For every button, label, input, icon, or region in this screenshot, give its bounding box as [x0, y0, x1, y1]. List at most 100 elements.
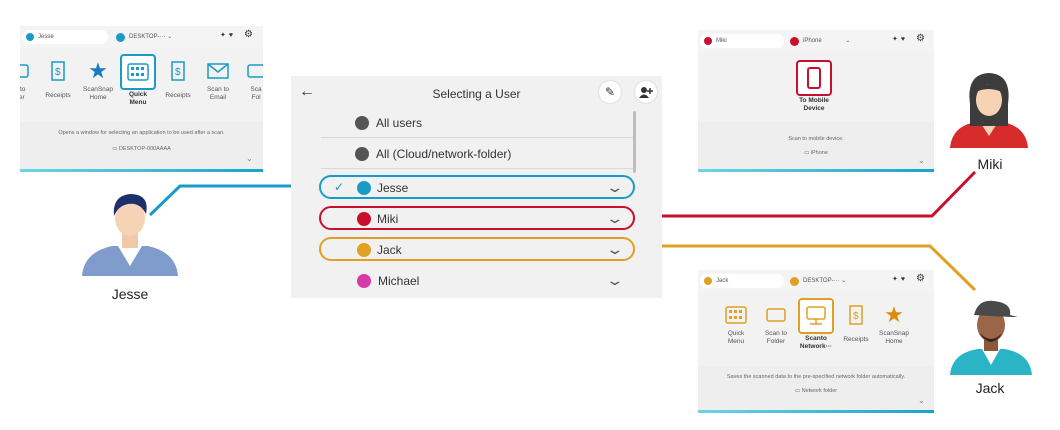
status-icons: ✦♥: [892, 276, 909, 283]
chevron-down-icon[interactable]: ⌄: [606, 241, 625, 258]
panel-topbar: Jack DESKTOP-··· ⌄ ✦♥ ⚙: [698, 270, 934, 292]
list-item-jack[interactable]: Jack ⌄: [319, 237, 635, 261]
user-avatar-icon: [26, 33, 34, 41]
network-folder-icon: ▭: [794, 388, 801, 394]
folder-icon: [764, 304, 788, 326]
tile-receipts[interactable]: $ Receipts: [836, 304, 876, 344]
status-icons: ✦♥: [892, 36, 909, 43]
user-avatar-icon: [704, 37, 712, 45]
list-item-michael[interactable]: Michael ⌄: [321, 267, 633, 296]
jesse-avatar: [82, 194, 178, 276]
row-label: Jesse: [377, 181, 409, 195]
jack-scansnap-panel: Jack DESKTOP-··· ⌄ ✦♥ ⚙ Quick Menu Scan …: [698, 270, 934, 413]
tile-label: Quick Menu: [128, 91, 148, 106]
tile-quick-menu[interactable]: Quick Menu: [118, 54, 158, 107]
tile-label: Quick Menu: [727, 330, 745, 345]
tile-scan-to-folder-2[interactable]: Sca Fol: [236, 60, 263, 102]
device-name: DESKTOP-···: [803, 278, 840, 284]
chevron-down-icon[interactable]: ⌄: [918, 156, 925, 165]
list-item-jesse[interactable]: ✓ Jesse ⌄: [319, 175, 635, 199]
envelope-icon: [206, 60, 230, 82]
chevron-down-icon[interactable]: ⌄: [606, 210, 625, 227]
list-item-all-users[interactable]: All users: [321, 109, 633, 138]
tile-scan-to-network-folder[interactable]: Scanto Network···: [796, 298, 836, 351]
tile-scan-to-folder[interactable]: n to der: [20, 60, 40, 102]
tile-label: Receipts: [165, 92, 191, 99]
profile-tiles-area: n to der $ Receipts ★ ScanSnap Home Quic…: [20, 48, 263, 122]
person-name-jesse: Jesse: [111, 286, 149, 302]
add-user-icon[interactable]: [635, 81, 657, 103]
device-name: DESKTOP-···: [129, 34, 166, 40]
tile-label: Scanto Network···: [799, 335, 833, 350]
tile-label: Sca Fol: [250, 86, 262, 101]
tile-label: Scan to Email: [206, 86, 230, 101]
phone-icon: [790, 37, 799, 46]
destination-label: Network folder: [801, 388, 838, 394]
user-name: Jesse: [38, 34, 54, 40]
tile-label: Receipts: [45, 92, 71, 99]
scrollbar[interactable]: [633, 111, 636, 173]
tile-scansnap-home[interactable]: ★ ScanSnap Home: [78, 58, 118, 102]
svg-text:$: $: [175, 67, 181, 78]
row-label: All users: [376, 116, 423, 130]
tile-label: Scan to Folder: [764, 330, 788, 345]
tile-scan-to-email[interactable]: Scan to Email: [198, 60, 238, 102]
device-selector[interactable]: DESKTOP-··· ⌄: [790, 274, 846, 288]
miki-connector: [636, 170, 977, 218]
destination-row: ▭ iPhone: [698, 150, 934, 156]
device-selector[interactable]: iPhone ⌄: [790, 34, 850, 48]
tile-receipts-2[interactable]: $ Receipts: [158, 60, 198, 100]
user-avatar-icon: [357, 274, 371, 288]
tile-label: n to der: [20, 86, 26, 101]
accent-bar: [698, 169, 934, 172]
tile-scansnap-home[interactable]: ★ ScanSnap Home: [874, 302, 914, 346]
network-folder-icon: [798, 298, 834, 334]
chevron-down-icon[interactable]: ⌄: [246, 154, 253, 163]
destination-label: iPhone: [810, 150, 828, 156]
computer-icon: [790, 277, 799, 286]
accent-bar: [20, 169, 263, 172]
user-avatar-icon: [357, 181, 371, 195]
mobile-phone-icon: [796, 60, 832, 96]
row-label: All (Cloud/network-folder): [376, 147, 512, 161]
user-selector[interactable]: Miki: [700, 34, 784, 48]
tile-label: ScanSnap Home: [879, 330, 909, 345]
device-name: iPhone: [803, 38, 822, 44]
folder-icon: [244, 60, 263, 82]
gear-icon[interactable]: ⚙: [916, 33, 925, 44]
profile-tiles-area: To Mobile Device: [698, 52, 934, 122]
profile-description: Opens a window for selecting an applicat…: [58, 130, 225, 136]
panel-footer: Opens a window for selecting an applicat…: [20, 122, 263, 172]
user-selector[interactable]: Jesse: [22, 30, 108, 44]
panel-topbar: Jesse DESKTOP-··· ⌄ ✦♥ ⚙: [20, 26, 263, 48]
computer-icon: [116, 33, 125, 42]
folder-icon: [20, 60, 32, 82]
star-icon: ★: [884, 302, 904, 327]
edit-pencil-icon[interactable]: ✎: [599, 81, 621, 103]
gear-icon[interactable]: ⚙: [916, 273, 925, 284]
miki-avatar: [950, 73, 1028, 148]
tile-scan-to-folder[interactable]: Scan to Folder: [756, 304, 796, 346]
profile-description: Saves the scanned data to the pre-specif…: [726, 374, 906, 380]
chevron-down-icon[interactable]: ⌄: [606, 272, 625, 289]
tile-to-mobile-device[interactable]: To Mobile Device: [794, 60, 834, 113]
tile-quick-menu[interactable]: Quick Menu: [716, 304, 756, 346]
receipt-icon: $: [166, 60, 190, 82]
panel-topbar: Miki iPhone ⌄ ✦♥ ⚙: [698, 30, 934, 52]
folder-icon: ▭: [804, 150, 810, 156]
chevron-down-icon[interactable]: ⌄: [606, 179, 625, 196]
chevron-down-icon[interactable]: ⌄: [918, 396, 925, 405]
gear-icon[interactable]: ⚙: [244, 29, 253, 40]
tile-receipts[interactable]: $ Receipts: [38, 60, 78, 100]
list-item-all-cloud[interactable]: All (Cloud/network-folder): [321, 140, 633, 169]
person-name-jack: Jack: [975, 380, 1005, 396]
jesse-scansnap-panel: Jesse DESKTOP-··· ⌄ ✦♥ ⚙ n to der $ Rece…: [20, 26, 263, 172]
tile-label: ScanSnap Home: [83, 86, 113, 101]
cloud-icon: [355, 147, 369, 161]
list-item-miki[interactable]: Miki ⌄: [319, 206, 635, 230]
user-selector[interactable]: Jack: [700, 274, 784, 288]
destination-label: DESKTOP-000AAAA: [118, 146, 171, 152]
row-label: Jack: [377, 243, 402, 257]
row-label: Michael: [378, 274, 420, 288]
device-selector[interactable]: DESKTOP-··· ⌄: [116, 30, 172, 44]
